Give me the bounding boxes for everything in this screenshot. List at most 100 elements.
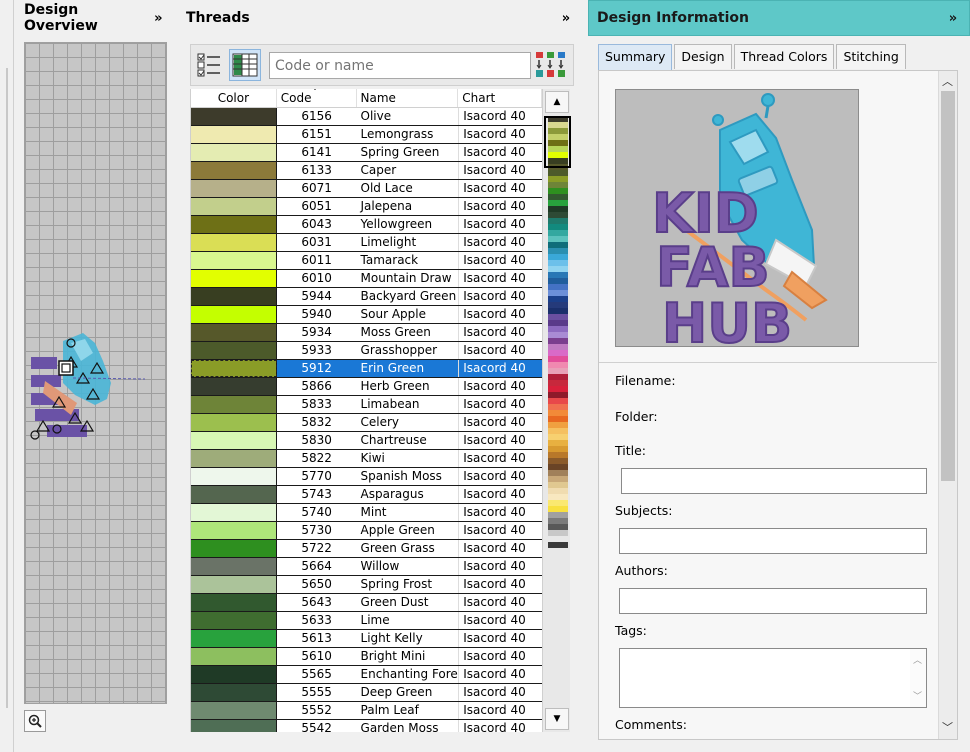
subjects-field[interactable] (619, 528, 927, 554)
tab-thread-colors[interactable]: Thread Colors (733, 44, 835, 69)
chevron-up-icon[interactable]: ︿ (913, 653, 922, 666)
thread-chart: Isacord 40 (458, 234, 542, 251)
table-row[interactable]: 6156 Olive Isacord 40 (191, 108, 542, 126)
table-view-button[interactable] (229, 49, 261, 81)
table-row[interactable]: 5830 Chartreuse Isacord 40 (191, 432, 542, 450)
threads-toolbar (190, 44, 574, 86)
thread-color-swatch (191, 324, 277, 341)
thread-name: Spring Frost (360, 577, 433, 591)
thread-name: Green Dust (360, 595, 429, 609)
thread-chart: Isacord 40 (458, 306, 542, 323)
thread-chart: Isacord 40 (458, 594, 542, 611)
tags-scrollbar[interactable]: ︿ ﹀ (910, 649, 926, 707)
table-row[interactable]: 5613 Light Kelly Isacord 40 (191, 630, 542, 648)
column-header-chart[interactable]: Chart (458, 89, 542, 107)
title-field[interactable] (621, 468, 927, 494)
table-row[interactable]: 5770 Spanish Moss Isacord 40 (191, 468, 542, 486)
table-row[interactable]: 5833 Limabean Isacord 40 (191, 396, 542, 414)
column-header-color[interactable]: Color (191, 89, 277, 107)
table-row[interactable]: 6141 Spring Green Isacord 40 (191, 144, 542, 162)
thread-name: Tamarack (360, 253, 419, 267)
thread-name: Yellowgreen (360, 217, 433, 231)
table-row[interactable]: 5650 Spring Frost Isacord 40 (191, 576, 542, 594)
sort-colors-button[interactable] (535, 49, 567, 81)
chevron-down-icon[interactable]: ﹀ (913, 689, 922, 702)
table-row[interactable]: 6043 Yellowgreen Isacord 40 (191, 216, 542, 234)
thread-name: Enchanting Fores (360, 667, 459, 681)
thread-color-swatch (191, 306, 277, 323)
table-row[interactable]: 5944 Backyard Green Isacord 40 (191, 288, 542, 306)
thread-code: 6051 (301, 199, 332, 213)
table-row[interactable]: 5664 Willow Isacord 40 (191, 558, 542, 576)
thread-code: 5565 (301, 667, 332, 681)
thread-chart: Isacord 40 (458, 216, 542, 233)
thread-search-input[interactable] (269, 52, 531, 79)
table-row[interactable]: 5610 Bright Mini Isacord 40 (191, 648, 542, 666)
table-row[interactable]: 5633 Lime Isacord 40 (191, 612, 542, 630)
table-row[interactable]: 5933 Grasshopper Isacord 40 (191, 342, 542, 360)
table-row[interactable]: 5565 Enchanting Fores Isacord 40 (191, 666, 542, 684)
table-row[interactable]: 5912 Erin Green Isacord 40 (191, 360, 542, 378)
thread-code: 6156 (301, 109, 332, 123)
double-chevron-right-icon[interactable]: » (558, 11, 574, 26)
thread-color-swatch (191, 414, 277, 431)
table-row[interactable]: 6151 Lemongrass Isacord 40 (191, 126, 542, 144)
thread-chart: Isacord 40 (458, 468, 542, 485)
table-row[interactable]: 5730 Apple Green Isacord 40 (191, 522, 542, 540)
thread-code: 5664 (301, 559, 332, 573)
thread-chart: Isacord 40 (458, 108, 542, 125)
thread-code: 5643 (301, 595, 332, 609)
design-overview-canvas[interactable] (24, 42, 167, 704)
info-scrollbar-thumb[interactable] (941, 91, 955, 481)
tags-field[interactable]: ︿ ﹀ (619, 648, 927, 708)
table-row[interactable]: 5643 Green Dust Isacord 40 (191, 594, 542, 612)
chevron-up-icon[interactable]: ︿ (942, 73, 953, 89)
double-chevron-right-icon[interactable]: » (945, 11, 961, 26)
thread-color-swatch (191, 558, 277, 575)
table-row[interactable]: 5934 Moss Green Isacord 40 (191, 324, 542, 342)
thread-color-swatch (191, 342, 277, 359)
color-strip-thumb[interactable] (544, 116, 571, 168)
table-row[interactable]: 6011 Tamarack Isacord 40 (191, 252, 542, 270)
authors-field[interactable] (619, 588, 927, 614)
scroll-down-button[interactable]: ▼ (545, 708, 569, 730)
table-row[interactable]: 5740 Mint Isacord 40 (191, 504, 542, 522)
overview-design-thumbnail (30, 333, 146, 440)
checklist-view-button[interactable] (193, 49, 225, 81)
color-strip (548, 116, 568, 704)
table-row[interactable]: 5542 Garden Moss Isacord 40 (191, 720, 542, 732)
zoom-in-button[interactable] (24, 710, 46, 732)
scroll-up-button[interactable]: ▲ (545, 91, 569, 113)
table-row[interactable]: 5555 Deep Green Isacord 40 (191, 684, 542, 702)
table-grid-icon (232, 53, 258, 77)
thread-name: Lime (360, 613, 390, 627)
table-row[interactable]: 6051 Jalepena Isacord 40 (191, 198, 542, 216)
table-row[interactable]: 6071 Old Lace Isacord 40 (191, 180, 542, 198)
table-row[interactable]: 6031 Limelight Isacord 40 (191, 234, 542, 252)
thread-table[interactable]: Color Code ˅ Name Chart 6156 Olive Isacord … (190, 89, 542, 732)
table-row[interactable]: 6010 Mountain Draw Isacord 40 (191, 270, 542, 288)
table-row[interactable]: 5832 Celery Isacord 40 (191, 414, 542, 432)
info-scrollbar[interactable]: ︿ ﹀ (938, 71, 957, 739)
tab-design[interactable]: Design (674, 44, 732, 69)
table-row[interactable]: 5940 Sour Apple Isacord 40 (191, 306, 542, 324)
double-chevron-right-icon[interactable]: » (151, 11, 166, 26)
thread-color-swatch (191, 180, 277, 197)
tab-stitching[interactable]: Stitching (836, 44, 906, 69)
column-header-name[interactable]: Name (357, 89, 459, 107)
column-header-code[interactable]: Code ˅ (277, 89, 357, 107)
table-row[interactable]: 5552 Palm Leaf Isacord 40 (191, 702, 542, 720)
thread-chart: Isacord 40 (458, 576, 542, 593)
thread-chart: Isacord 40 (458, 432, 542, 449)
table-row[interactable]: 5822 Kiwi Isacord 40 (191, 450, 542, 468)
tab-summary[interactable]: Summary (598, 44, 673, 71)
table-row[interactable]: 5866 Herb Green Isacord 40 (191, 378, 542, 396)
design-overview-header: Design Overview » (16, 0, 174, 36)
table-row[interactable]: 5743 Asparagus Isacord 40 (191, 486, 542, 504)
table-row[interactable]: 5722 Green Grass Isacord 40 (191, 540, 542, 558)
chevron-down-icon[interactable]: ﹀ (942, 719, 953, 735)
table-row[interactable]: 6133 Caper Isacord 40 (191, 162, 542, 180)
thread-color-swatch (191, 360, 277, 377)
thread-color-swatch (191, 684, 277, 701)
color-strip-scrollbar[interactable]: ▲ ▼ (542, 89, 571, 732)
